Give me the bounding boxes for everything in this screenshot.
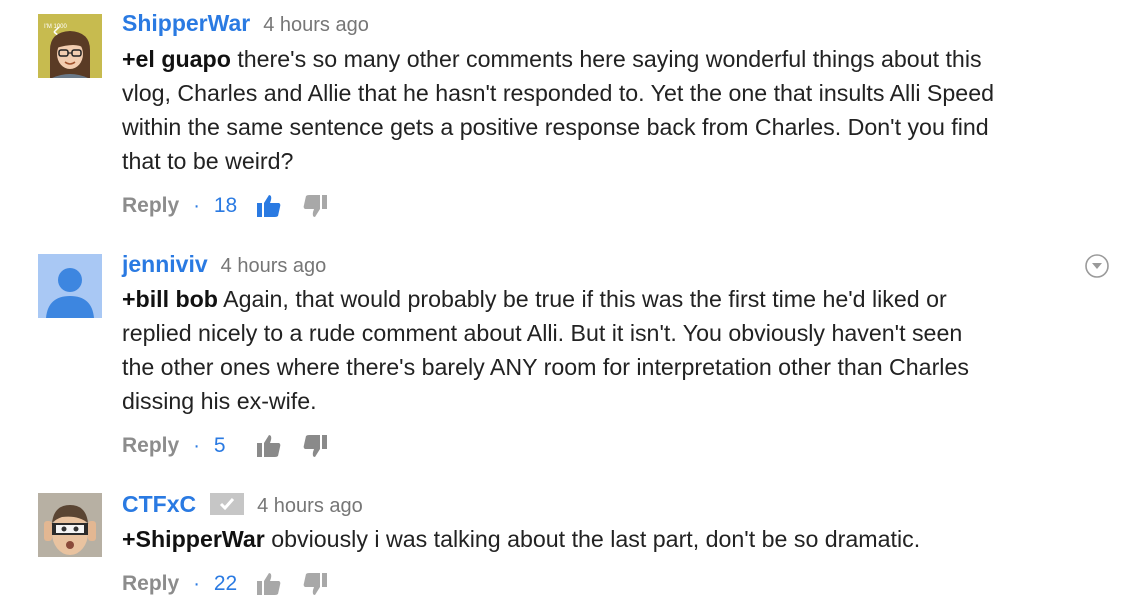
reply-button[interactable]: Reply — [122, 434, 179, 458]
thumbs-down-icon[interactable] — [300, 191, 330, 221]
avatar[interactable] — [38, 254, 102, 318]
comment-text: +bill bob Again, that would probably be … — [122, 282, 1122, 418]
thumbs-up-icon[interactable] — [254, 191, 284, 221]
reply-button[interactable]: Reply — [122, 194, 179, 218]
comment-header: jenniviv 4 hours ago — [122, 251, 326, 281]
comment-line-text: obviously i was talking about the last p… — [264, 526, 921, 552]
mention-link[interactable]: +el guapo — [122, 46, 231, 72]
chevron-down-circle-icon — [1085, 254, 1109, 278]
comment-line: vlog, Charles and Allie that he hasn't r… — [122, 80, 994, 106]
comment-line: +el guapo there's so many other comments… — [122, 42, 1122, 76]
comment-header: CTFxC 4 hours ago — [122, 490, 363, 520]
thumbs-up-icon[interactable] — [254, 431, 284, 461]
author-name[interactable]: ShipperWar — [122, 10, 250, 37]
comment-actions: Reply · 22 — [122, 569, 330, 599]
comment-line: replied nicely to a rude comment about A… — [122, 320, 963, 346]
comment-line: +bill bob Again, that would probably be … — [122, 282, 1122, 316]
checkmark-icon — [220, 498, 235, 511]
comment-line: within the same sentence gets a positive… — [122, 114, 989, 140]
mention-link[interactable]: +ShipperWar — [122, 526, 265, 552]
separator-dot: · — [193, 572, 200, 595]
comment-text: +el guapo there's so many other comments… — [122, 42, 1122, 178]
avatar[interactable] — [38, 493, 102, 557]
separator-dot: · — [193, 194, 200, 217]
like-count: 5 — [213, 434, 226, 457]
reply-button[interactable]: Reply — [122, 572, 179, 596]
verified-badge — [210, 493, 245, 515]
like-count: 18 — [213, 194, 238, 217]
comment-line: that to be weird? — [122, 148, 294, 174]
timestamp[interactable]: 4 hours ago — [257, 495, 363, 518]
separator-dot: · — [193, 434, 200, 457]
comment-line: +ShipperWar obviously i was talking abou… — [122, 522, 1122, 556]
thumbs-up-icon[interactable] — [254, 569, 284, 599]
comment-text: +ShipperWar obviously i was talking abou… — [122, 522, 1122, 556]
comment-line: the other ones where there's barely ANY … — [122, 354, 969, 380]
mention-link[interactable]: +bill bob — [122, 286, 218, 312]
comment-header: ShipperWar 4 hours ago — [122, 10, 369, 40]
comment-line: dissing his ex-wife. — [122, 388, 317, 414]
author-name[interactable]: CTFxC — [122, 491, 196, 518]
avatar[interactable]: I'M 1000 — [38, 14, 102, 78]
comment-line-text: there's so many other comments here sayi… — [230, 46, 982, 72]
comment-actions: Reply · 5 — [122, 431, 330, 461]
comment-menu-button[interactable] — [1084, 253, 1110, 279]
comment-line-text: Again, that would probably be true if th… — [217, 286, 947, 312]
thumbs-down-icon[interactable] — [300, 431, 330, 461]
comment-actions: Reply · 18 — [122, 191, 330, 221]
timestamp[interactable]: 4 hours ago — [263, 14, 369, 37]
avatar-sticker-text: I'M 1000 — [44, 24, 67, 30]
author-name[interactable]: jenniviv — [122, 251, 208, 278]
thumbs-down-icon[interactable] — [300, 569, 330, 599]
like-count: 22 — [213, 572, 238, 595]
timestamp[interactable]: 4 hours ago — [221, 255, 327, 278]
